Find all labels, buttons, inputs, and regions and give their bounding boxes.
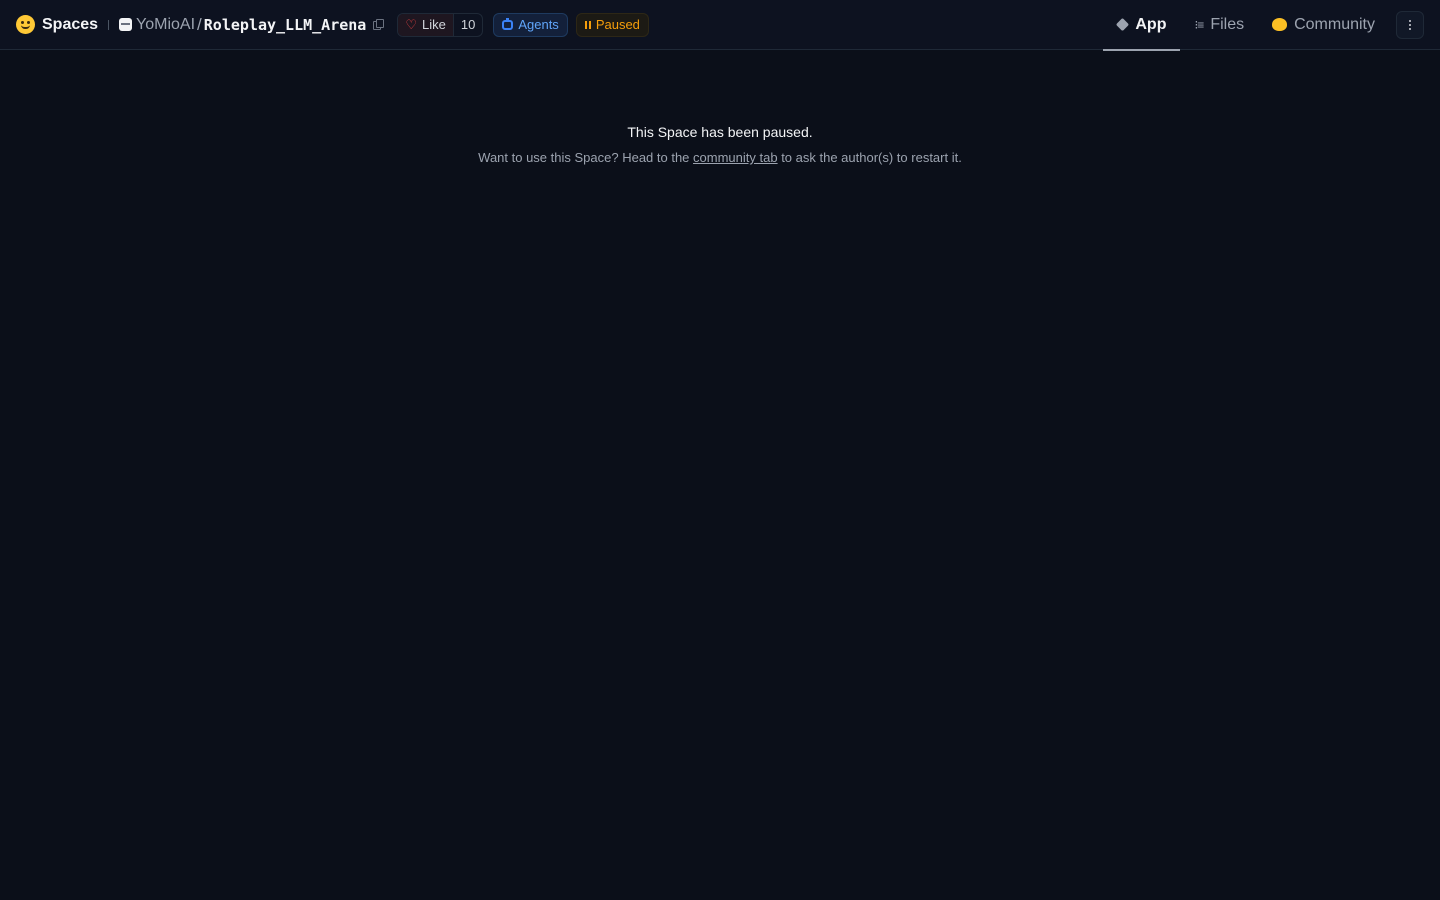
paused-title: This Space has been paused. — [627, 124, 813, 140]
heart-icon: ♡ — [405, 17, 417, 32]
robot-icon — [502, 17, 514, 30]
main-content: This Space has been paused. Want to use … — [0, 50, 1440, 900]
agents-label: Agents — [518, 17, 559, 32]
more-options-button[interactable] — [1396, 10, 1424, 39]
tab-app[interactable]: App — [1103, 0, 1181, 51]
paused-message: Want to use this Space? Head to the comm… — [0, 150, 1440, 165]
brand-divider — [108, 19, 110, 30]
tab-app-label: App — [1135, 15, 1167, 33]
tab-files[interactable]: ⁝≡ Files — [1180, 0, 1258, 50]
repo-name-link[interactable]: Roleplay_LLM_Arena — [204, 16, 367, 34]
space-tabs: App ⁝≡ Files Community — [1103, 0, 1389, 51]
like-button[interactable]: ♡ Like — [398, 13, 454, 36]
community-icon — [1272, 18, 1288, 31]
like-group: ♡ Like 10 — [397, 12, 484, 37]
like-label: Like — [422, 17, 446, 32]
dot-icon — [1409, 27, 1411, 30]
cube-icon — [1116, 17, 1130, 32]
like-count[interactable]: 10 — [454, 17, 482, 32]
dot-icon — [1409, 23, 1411, 26]
files-icon: ⁝≡ — [1194, 17, 1204, 32]
huggingface-logo-icon — [16, 15, 35, 34]
tab-files-label: Files — [1210, 15, 1245, 33]
copy-icon[interactable] — [373, 18, 385, 31]
brand-label: Spaces — [42, 15, 99, 33]
paused-message-suffix: to ask the author(s) to restart it. — [777, 150, 962, 165]
dot-icon — [1409, 19, 1411, 22]
status-badge[interactable]: Paused — [575, 12, 649, 37]
owner-avatar-icon — [119, 18, 133, 31]
top-navigation-bar: Spaces YoMioAI / Roleplay_LLM_Arena ♡ Li… — [0, 0, 1440, 51]
owner-link[interactable]: YoMioAI — [136, 16, 195, 34]
agents-badge[interactable]: Agents — [493, 12, 568, 37]
pause-icon — [584, 20, 591, 29]
paused-message-prefix: Want to use this Space? Head to the — [478, 150, 694, 165]
spaces-home-link[interactable]: Spaces — [16, 15, 98, 34]
community-tab-link[interactable]: community tab — [693, 150, 778, 165]
tab-community[interactable]: Community — [1258, 0, 1389, 50]
status-label: Paused — [595, 17, 640, 32]
tab-community-label: Community — [1294, 15, 1375, 33]
path-separator: / — [197, 14, 202, 34]
